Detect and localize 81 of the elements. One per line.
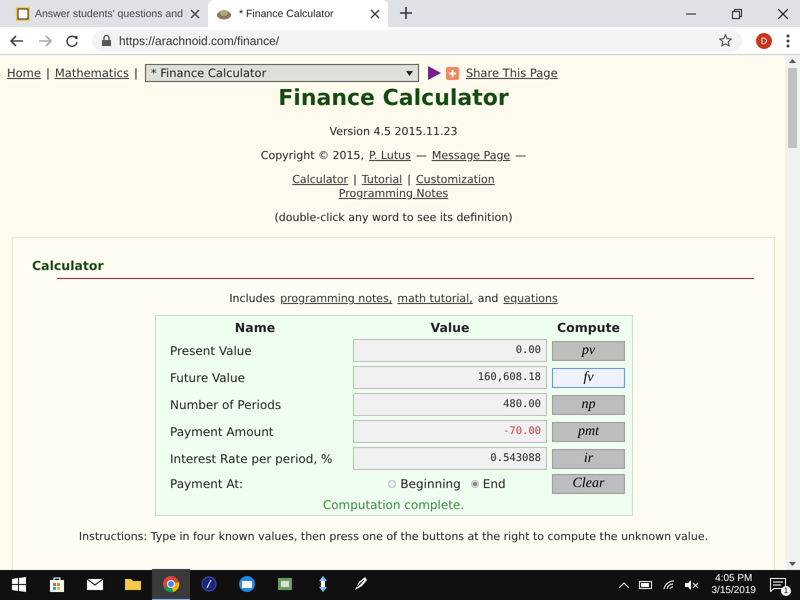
favicon-icon [216, 8, 232, 20]
radio-button[interactable] [388, 480, 396, 488]
back-arrow-icon[interactable] [10, 34, 24, 46]
section-heading: Calculator [32, 258, 104, 274]
close-icon[interactable] [778, 8, 788, 18]
toc-text: | [407, 173, 411, 186]
nav-text: | [46, 66, 50, 80]
column-header: Name [234, 320, 276, 335]
nav-text: | [134, 66, 138, 80]
nav-link[interactable]: Home [7, 66, 41, 80]
column-header: Compute [556, 320, 622, 335]
field-label: Present Value [169, 344, 253, 358]
radio-label: Beginning [400, 477, 461, 491]
address-field[interactable]: https://arachnoid.com/finance/ [92, 30, 742, 52]
compute-button[interactable]: ir [552, 448, 625, 468]
clock[interactable]: 4:05 PM 3/15/2019 [712, 573, 756, 597]
wifi-icon[interactable] [662, 580, 674, 590]
new-tab-icon[interactable] [400, 7, 412, 19]
radio-label: End [482, 477, 506, 491]
toc-text: | [353, 173, 357, 186]
scroll-up-icon [789, 59, 796, 63]
lock-icon [102, 35, 111, 46]
close-icon[interactable] [370, 8, 380, 18]
page-select[interactable]: * Finance Calculator [144, 64, 419, 82]
field-label: Number of Periods [169, 398, 282, 412]
field-label: Payment At: [169, 477, 244, 491]
reload-icon[interactable] [66, 34, 78, 46]
play-arrow-icon[interactable] [426, 66, 441, 80]
browser-tab[interactable]: Answer students' questions and [8, 0, 208, 27]
scrollbar[interactable] [785, 55, 800, 570]
scrollbar-thumb[interactable] [788, 68, 797, 148]
includes-text: and [478, 292, 498, 305]
notification-icon[interactable] [770, 578, 786, 592]
field-label: Payment Amount [169, 424, 275, 438]
close-icon[interactable] [190, 8, 200, 18]
copyright-link[interactable]: P. Lutus [369, 149, 411, 162]
compute-button[interactable]: pmt [552, 422, 625, 442]
status-text: Computation complete. [322, 498, 464, 512]
profile-avatar[interactable]: D [756, 32, 772, 48]
star-icon[interactable] [719, 34, 732, 47]
column-header: Value [429, 320, 471, 335]
battery-icon[interactable] [638, 581, 652, 589]
value-field[interactable]: -70.00 [353, 420, 547, 443]
field-label: Future Value [169, 370, 246, 384]
includes-link[interactable]: equations [503, 292, 558, 305]
nav-link[interactable]: Mathematics [54, 66, 129, 80]
dropdown-caret-icon [406, 70, 413, 76]
page-title: Finance Calculator [278, 86, 509, 111]
instructions-text: Instructions: Type in four known values, then press one of the buttons at the right to compute the unknown value. [78, 530, 708, 543]
clear-button[interactable]: Clear [552, 474, 625, 494]
value-field[interactable]: 0.00 [353, 339, 547, 362]
speaker-muted-icon[interactable] [684, 580, 698, 590]
field-label: Interest Rate per period, % [169, 452, 334, 466]
toc-link[interactable]: Tutorial [362, 173, 402, 186]
copyright-text: Copyright © 2015, [260, 149, 364, 162]
share-link[interactable]: Share This Page [466, 66, 558, 80]
radio-button[interactable] [470, 480, 479, 488]
browser-icon[interactable] [152, 569, 190, 600]
more-menu-icon[interactable] [786, 34, 790, 48]
compute-button[interactable]: pv [552, 340, 625, 360]
value-field[interactable]: 160,608.18 [353, 366, 547, 389]
includes-link[interactable]: programming notes, [280, 292, 392, 305]
copyright-text: — [515, 149, 526, 162]
copyright-link[interactable]: Message Page [432, 149, 510, 162]
value-field[interactable]: 480.00 [353, 393, 547, 416]
toc-link[interactable]: Programming Notes [338, 187, 448, 200]
browser-tab[interactable]: * Finance Calculator [208, 0, 388, 27]
hint-text: (double-click any word to see its definition) [274, 211, 513, 224]
toc-link[interactable]: Customization [416, 173, 495, 186]
compute-button[interactable]: fv [552, 368, 625, 388]
value-field[interactable]: 0.543088 [353, 447, 547, 470]
scroll-down-icon [789, 562, 796, 566]
includes-link[interactable]: math tutorial, [397, 292, 473, 305]
compute-button[interactable]: np [552, 394, 625, 414]
restore-icon[interactable] [732, 8, 742, 18]
notification-badge: 1 [781, 586, 791, 596]
includes-text: Includes [229, 292, 276, 305]
toc-link[interactable]: Calculator [292, 173, 348, 186]
copyright-text: — [416, 149, 427, 162]
caret-up-icon[interactable] [618, 582, 628, 588]
version-text: Version 4.5 2015.11.23 [330, 125, 458, 138]
